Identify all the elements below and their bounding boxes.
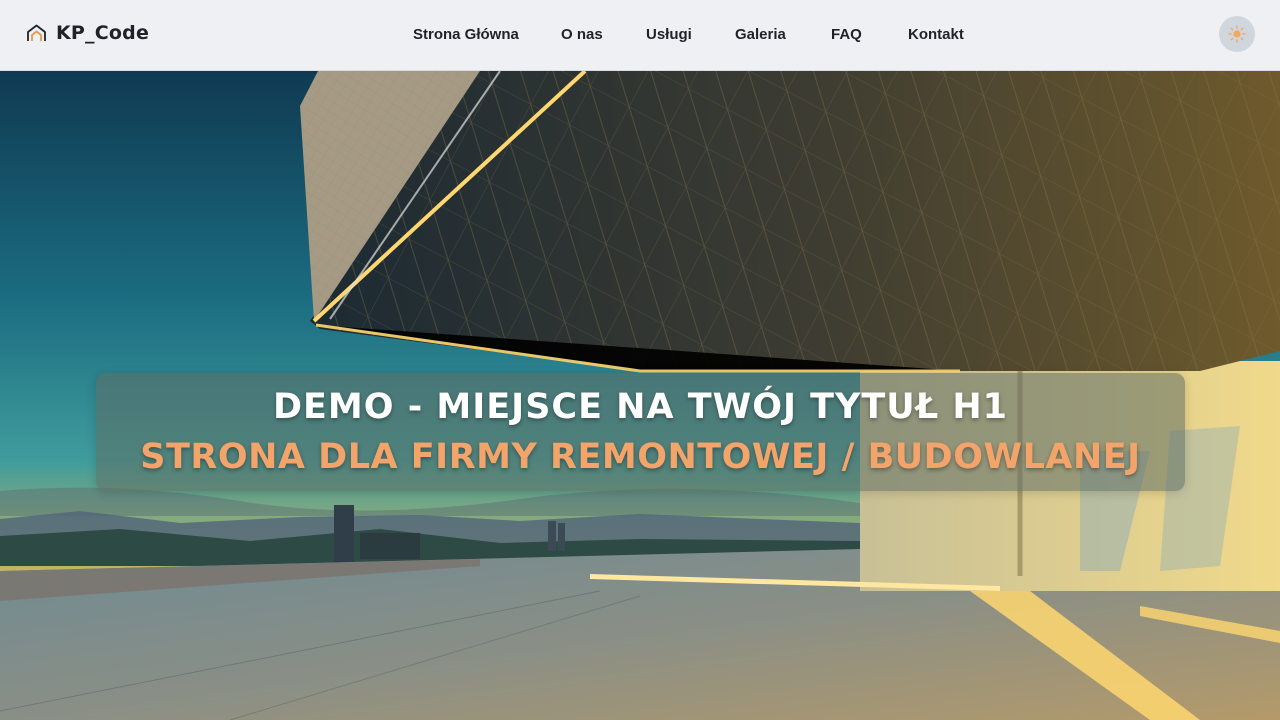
nav-item-contact[interactable]: Kontakt xyxy=(908,25,964,45)
nav-item-home[interactable]: Strona Główna xyxy=(413,25,519,45)
hero-title: DEMO - MIEJSCE NA TWÓJ TYTUŁ H1 xyxy=(272,387,1009,427)
hero-section: DEMO - MIEJSCE NA TWÓJ TYTUŁ H1 STRONA D… xyxy=(0,71,1280,720)
theme-toggle-button[interactable] xyxy=(1219,16,1255,52)
nav-item-about[interactable]: O nas xyxy=(561,25,603,45)
logo[interactable]: KP_Code xyxy=(26,22,149,44)
logo-text: KP_Code xyxy=(56,22,150,44)
hero-title-box: DEMO - MIEJSCE NA TWÓJ TYTUŁ H1 STRONA D… xyxy=(96,373,1185,491)
hero-subtitle: STRONA DLA FIRMY REMONTOWEJ / BUDOWLANEJ xyxy=(140,437,1141,477)
house-outline-icon xyxy=(27,24,46,41)
sun-icon xyxy=(1228,25,1246,43)
site-header: KP_Code Strona Główna O nas Usługi Galer… xyxy=(0,0,1280,71)
nav-item-faq[interactable]: FAQ xyxy=(831,25,862,45)
nav-item-services[interactable]: Usługi xyxy=(646,25,692,45)
nav-item-gallery[interactable]: Galeria xyxy=(735,25,786,45)
